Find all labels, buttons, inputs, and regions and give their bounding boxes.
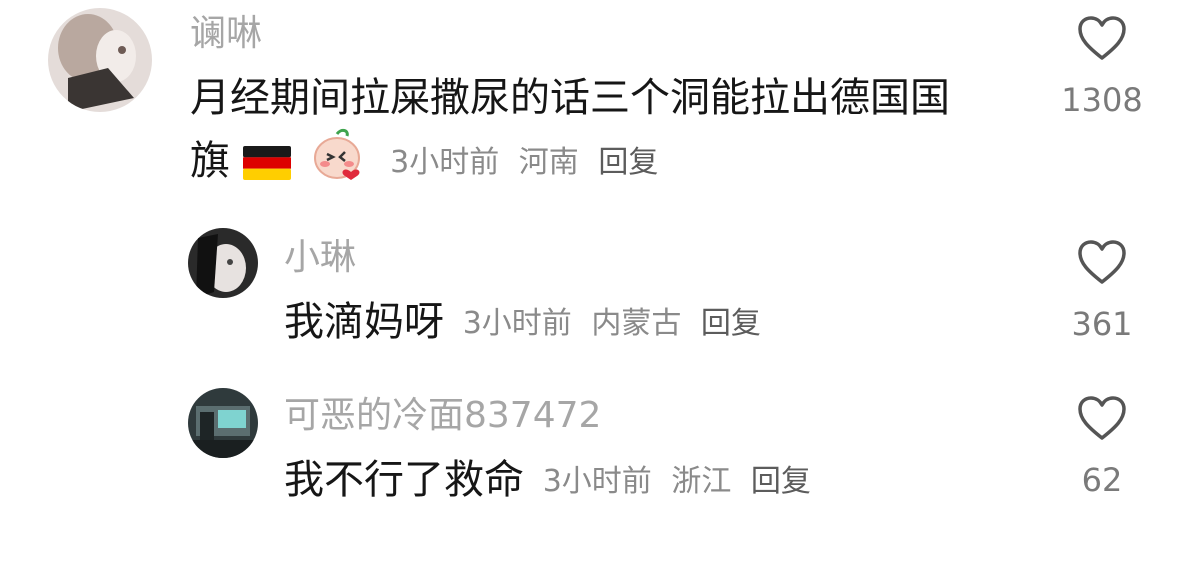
comment-meta: 3小时前 河南 回复 — [390, 145, 668, 180]
comment-body: 我不行了救命 — [284, 457, 524, 503]
like-count: 62 — [1081, 461, 1123, 499]
comment-time: 3小时前 — [390, 145, 500, 180]
comment-text: 我滴妈呀 3小时前 内蒙古 回复 — [284, 292, 1024, 354]
like-count: 361 — [1071, 305, 1133, 343]
comment-text-line: 我不行了救命 3小时前 浙江 回复 — [284, 450, 1024, 512]
heart-outline-icon[interactable] — [1047, 394, 1157, 442]
like-count: 1308 — [1061, 81, 1143, 119]
comment-time: 3小时前 — [462, 306, 572, 341]
comment-text: 我不行了救命 3小时前 浙江 回复 — [284, 450, 1024, 512]
german-flag-icon — [242, 137, 291, 197]
avatar[interactable] — [188, 228, 258, 298]
comment-location: 河南 — [518, 145, 579, 180]
reply-button[interactable]: 回复 — [701, 306, 761, 341]
comment-username[interactable]: 谰啉 — [190, 14, 262, 54]
comment-text: 月经期间拉屎撒尿的话三个洞能拉出德国国 旗 3小时前 河南 回复 — [190, 68, 1040, 197]
like-button[interactable]: 1308 — [1047, 14, 1157, 120]
comment-username[interactable]: 小琳 — [284, 238, 356, 278]
comment-username[interactable]: 可恶的冷面837472 — [284, 396, 601, 436]
reply-button[interactable]: 回复 — [751, 464, 811, 499]
reply-button[interactable]: 回复 — [598, 145, 658, 180]
avatar[interactable] — [48, 8, 152, 112]
avatar[interactable] — [188, 388, 258, 458]
heart-outline-icon[interactable] — [1047, 14, 1157, 62]
comment-body: 我滴妈呀 — [284, 299, 444, 345]
comment-list: 谰啉 月经期间拉屎撒尿的话三个洞能拉出德国国 旗 3小时前 河南 回复 1308… — [0, 0, 1179, 566]
comment-meta: 3小时前 浙江 回复 — [543, 464, 821, 499]
blushing-face-sticker-icon — [311, 128, 363, 197]
comment-text-line: 月经期间拉屎撒尿的话三个洞能拉出德国国 — [190, 75, 950, 121]
like-button[interactable]: 361 — [1047, 238, 1157, 344]
heart-outline-icon[interactable] — [1047, 238, 1157, 286]
comment-time: 3小时前 — [542, 464, 652, 499]
comment-text-line: 我滴妈呀 3小时前 内蒙古 回复 — [284, 292, 1024, 354]
comment-location: 内蒙古 — [591, 306, 682, 341]
comment-text-continued: 旗 — [190, 138, 230, 184]
like-button[interactable]: 62 — [1047, 394, 1157, 500]
comment-location: 浙江 — [671, 464, 732, 499]
comment-text-line-2: 旗 3小时前 河南 回复 — [190, 128, 1040, 197]
comment-meta: 3小时前 内蒙古 回复 — [463, 306, 771, 341]
